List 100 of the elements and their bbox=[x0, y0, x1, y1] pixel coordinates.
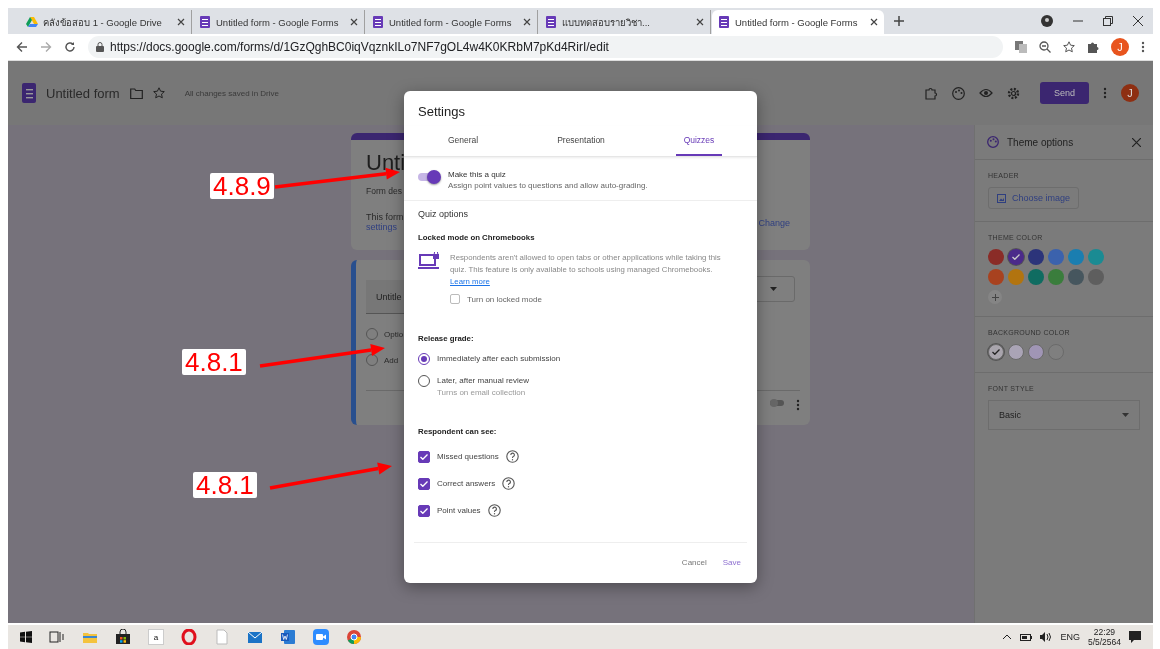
close-icon[interactable] bbox=[696, 18, 704, 26]
shopping-bag-icon[interactable] bbox=[115, 629, 131, 645]
avatar[interactable]: J bbox=[1111, 38, 1129, 56]
tab[interactable]: Presentation bbox=[549, 126, 613, 156]
palette-icon bbox=[987, 136, 999, 148]
help-icon[interactable] bbox=[502, 477, 516, 490]
lock-icon bbox=[96, 42, 104, 52]
color-swatch[interactable] bbox=[1008, 344, 1024, 360]
color-swatch[interactable] bbox=[1008, 249, 1024, 265]
close-icon[interactable] bbox=[870, 18, 878, 26]
section-heading: Quiz options bbox=[418, 209, 470, 219]
more-icon[interactable] bbox=[1141, 41, 1145, 53]
close-icon[interactable] bbox=[523, 18, 531, 26]
check-icon bbox=[420, 453, 428, 460]
send-button[interactable]: Send bbox=[1039, 82, 1089, 104]
color-swatch[interactable] bbox=[1048, 269, 1064, 285]
dialog-title: Settings bbox=[417, 103, 466, 121]
save-button[interactable]: Save bbox=[716, 553, 747, 571]
chevron-up-icon[interactable] bbox=[1002, 634, 1013, 640]
start-icon[interactable] bbox=[20, 631, 32, 643]
notification-icon[interactable] bbox=[1129, 631, 1141, 643]
star-icon[interactable] bbox=[1063, 41, 1075, 53]
color-swatch[interactable] bbox=[988, 249, 1004, 265]
color-swatch[interactable] bbox=[988, 269, 1004, 285]
speaker-icon[interactable] bbox=[1040, 632, 1053, 642]
more-icon[interactable] bbox=[1103, 87, 1107, 99]
settings-icon[interactable] bbox=[1006, 86, 1020, 100]
checkbox[interactable]: Turn on locked mode bbox=[450, 294, 542, 304]
clock[interactable]: 22:29 5/5/2564 bbox=[1087, 627, 1121, 647]
restore-icon[interactable] bbox=[1103, 16, 1113, 26]
radio-option[interactable]: Immediately after each submission bbox=[418, 353, 561, 365]
drive-icon bbox=[26, 16, 38, 28]
word-icon[interactable] bbox=[280, 629, 296, 645]
close-icon[interactable] bbox=[177, 18, 185, 26]
tab[interactable]: General bbox=[439, 126, 487, 156]
video-camera-icon[interactable] bbox=[313, 629, 329, 645]
address-field[interactable]: https://docs.google.com/forms/d/1GzQghBC0iqVqznkILo7NF7gOL4w4K0KRbM7pKd4RirI/edit bbox=[88, 36, 1003, 58]
toggle-label: Make this a quiz bbox=[448, 170, 507, 179]
annotation-label: 4.8.1 bbox=[182, 349, 246, 375]
forms-icon bbox=[545, 16, 557, 28]
color-swatch[interactable] bbox=[1068, 269, 1084, 285]
color-swatch[interactable] bbox=[1088, 269, 1104, 285]
profile-icon[interactable] bbox=[1041, 15, 1053, 27]
forms-icon bbox=[199, 16, 211, 28]
tab[interactable]: Quizzes bbox=[675, 126, 723, 156]
forms-icon bbox=[372, 16, 384, 28]
notice-text: This form bbox=[366, 212, 404, 222]
radio-option[interactable]: Later, after manual review Turns on email collection bbox=[418, 375, 530, 399]
cancel-button[interactable]: Cancel bbox=[675, 553, 713, 571]
check-icon bbox=[420, 480, 428, 487]
color-swatch[interactable] bbox=[988, 344, 1004, 360]
annotation-label: 4.8.9 bbox=[210, 173, 274, 199]
back-icon[interactable] bbox=[16, 41, 28, 53]
checkbox[interactable]: Point values bbox=[418, 504, 501, 517]
color-swatch[interactable] bbox=[1048, 249, 1064, 265]
caret-icon bbox=[769, 287, 777, 291]
close-icon[interactable] bbox=[350, 18, 358, 26]
help-icon[interactable] bbox=[505, 450, 519, 463]
plus-icon bbox=[991, 293, 999, 301]
color-swatch[interactable] bbox=[1028, 344, 1044, 360]
color-swatch[interactable] bbox=[1068, 249, 1084, 265]
reload-icon[interactable] bbox=[64, 41, 76, 53]
battery-icon[interactable] bbox=[1020, 633, 1033, 641]
color-swatch[interactable] bbox=[1088, 249, 1104, 265]
toggle-description: Assign point values to questions and allow auto-grading. bbox=[448, 181, 648, 190]
new-tab-icon[interactable] bbox=[893, 15, 905, 27]
checkbox[interactable]: Missed questions bbox=[418, 450, 519, 463]
opera-icon[interactable] bbox=[181, 629, 197, 645]
color-swatch[interactable] bbox=[1028, 249, 1044, 265]
task-view-icon[interactable] bbox=[49, 629, 65, 645]
avatar[interactable]: J bbox=[1121, 84, 1139, 102]
caret-icon bbox=[1122, 413, 1129, 417]
mail-icon[interactable] bbox=[247, 629, 263, 645]
form-title: Unti bbox=[366, 150, 406, 176]
annotation-label: 4.8.1 bbox=[193, 472, 257, 498]
puzzle-icon[interactable] bbox=[1087, 41, 1099, 53]
more-icon[interactable] bbox=[796, 399, 800, 411]
palette-icon[interactable] bbox=[951, 86, 965, 100]
star-icon[interactable] bbox=[152, 87, 165, 99]
color-swatch[interactable] bbox=[1008, 269, 1024, 285]
checkbox[interactable]: Correct answers bbox=[418, 477, 516, 490]
folder-icon[interactable] bbox=[129, 87, 143, 99]
help-icon[interactable] bbox=[487, 504, 501, 517]
form-description: Form des bbox=[366, 186, 402, 196]
language-indicator[interactable]: ENG bbox=[1060, 632, 1080, 642]
check-icon bbox=[1012, 254, 1020, 260]
add-option-text[interactable]: Add bbox=[384, 355, 399, 365]
switch-icon[interactable] bbox=[770, 399, 784, 407]
color-swatch[interactable] bbox=[1028, 269, 1044, 285]
close-icon[interactable] bbox=[1133, 16, 1143, 26]
add-color-button[interactable] bbox=[988, 290, 1002, 304]
forms-icon[interactable] bbox=[22, 83, 36, 103]
app-icon[interactable]: a bbox=[148, 629, 164, 645]
check-icon bbox=[992, 349, 1000, 355]
font-style-dropdown[interactable]: Basic bbox=[988, 400, 1140, 430]
browser-tab[interactable]: Untitled form - Google Forms bbox=[712, 10, 884, 34]
eye-icon[interactable] bbox=[978, 88, 993, 98]
chrome-icon[interactable] bbox=[346, 629, 362, 645]
zoom-icon[interactable] bbox=[1039, 41, 1051, 53]
toggle-switch[interactable] bbox=[418, 170, 440, 184]
